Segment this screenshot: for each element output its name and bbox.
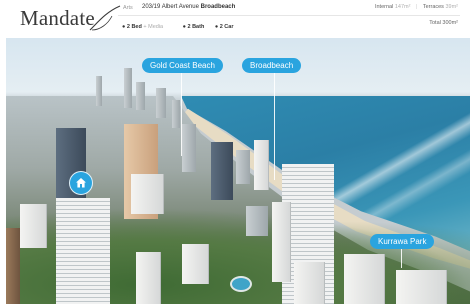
building	[294, 262, 325, 304]
building	[172, 100, 180, 128]
pin-pointer	[274, 70, 275, 180]
listing-header: Mandate Arts 203/19 Albert Avenue Broadb…	[0, 0, 470, 38]
meta-label: Arts	[123, 5, 133, 11]
area-separator: |	[415, 4, 418, 10]
property-specs: ● 2 Bed + Media ● 2 Bath ● 2 Car	[122, 24, 242, 30]
building	[96, 76, 102, 106]
map-pin-gold-coast-beach[interactable]: Gold Coast Beach	[142, 58, 223, 73]
home-icon	[76, 178, 86, 188]
building	[396, 270, 447, 304]
building	[344, 254, 385, 304]
building	[182, 244, 209, 284]
cars-spec: ● 2 Car	[214, 24, 234, 30]
building	[272, 202, 291, 282]
building	[236, 150, 250, 184]
building	[136, 82, 145, 110]
internal-label: Internal	[374, 4, 394, 10]
building	[254, 140, 269, 190]
map-pin-broadbeach[interactable]: Broadbeach	[242, 58, 302, 73]
aerial-map-photo[interactable]: Gold Coast Beach Broadbeach Kurrawa Park	[6, 38, 470, 304]
building	[182, 124, 196, 172]
featured-building	[56, 198, 110, 304]
brand-logo[interactable]: Mandate	[20, 6, 95, 31]
building	[131, 174, 164, 214]
building	[124, 68, 132, 108]
building	[156, 88, 166, 118]
property-address: 203/19 Albert Avenue Broadbeach	[142, 4, 235, 10]
terraces-label: Terraces	[422, 4, 444, 10]
brand-swoosh-icon	[89, 5, 121, 31]
building	[6, 228, 20, 304]
total-area: Total 300m²	[429, 20, 458, 26]
header-divider	[118, 15, 460, 16]
beds-sub: + Media	[143, 24, 164, 30]
home-location-pin[interactable]	[69, 171, 93, 195]
address-suburb: Broadbeach	[200, 4, 236, 10]
building	[211, 142, 233, 200]
terraces-value: 39m²	[445, 4, 458, 10]
beds-spec: ● 2 Bed + Media	[122, 24, 164, 30]
address-street: 203/19 Albert Avenue	[142, 4, 199, 10]
pool	[230, 276, 252, 292]
building	[20, 204, 47, 248]
map-pin-kurrawa-park[interactable]: Kurrawa Park	[370, 234, 435, 249]
building	[136, 252, 161, 304]
internal-value: 147m²	[394, 4, 411, 10]
pin-pointer	[401, 248, 402, 268]
pin-pointer	[181, 70, 182, 156]
building	[246, 206, 268, 236]
baths-spec: ● 2 Bath	[182, 24, 205, 30]
area-summary: Internal 147m² | Terraces 39m²	[375, 4, 458, 10]
